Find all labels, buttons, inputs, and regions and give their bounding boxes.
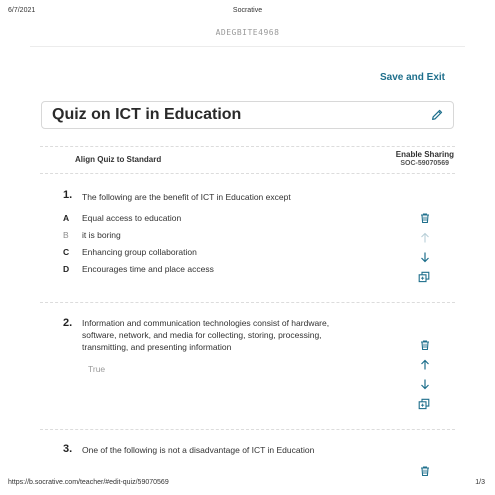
question-divider [40,302,455,303]
print-title: Socrative [232,7,263,14]
question-number: 1. [63,189,73,201]
option-text[interactable]: it is boring [82,230,121,240]
option-text[interactable]: Enhancing group collaboration [82,247,197,257]
option-letter: C [63,247,70,257]
align-quiz-to-standard-button[interactable]: Align Quiz to Standard [75,155,161,164]
question-text[interactable]: One of the following is not a disadvanta… [82,444,314,456]
question-text[interactable]: The following are the benefit of ICT in … [82,191,291,203]
print-page-number: 1/3 [475,479,485,486]
question-number: 2. [63,317,73,329]
question-text-line[interactable]: software, network, and media for collect… [82,329,322,341]
watermark: ADEGBITE4968 [215,28,280,37]
option-text[interactable]: Encourages time and place access [82,264,214,274]
print-footer-url: https://b.socrative.com/teacher/#edit-qu… [8,479,169,486]
quiz-title: Quiz on ICT in Education [52,106,242,123]
duplicate-icon[interactable] [418,271,430,283]
arrow-down-icon[interactable] [419,251,431,263]
quiz-title-field[interactable]: Quiz on ICT in Education [41,101,454,129]
save-and-exit-button[interactable]: Save and Exit [380,72,445,83]
header-divider [30,46,465,47]
question-text-line[interactable]: Information and communication technologi… [82,317,329,329]
settings-divider-bottom [40,173,455,174]
trash-icon[interactable] [419,212,431,224]
pencil-icon[interactable] [430,108,444,122]
arrow-up-icon[interactable] [419,359,431,371]
soc-code: SOC-59070569 [400,160,449,167]
duplicate-icon[interactable] [418,398,430,410]
trash-icon[interactable] [419,339,431,351]
option-letter: B [63,230,69,240]
option-letter: D [63,264,70,274]
option-text[interactable]: Equal access to education [82,213,181,223]
enable-sharing-toggle[interactable]: Enable Sharing [396,150,454,159]
question-divider [40,429,455,430]
arrow-up-icon [421,232,429,243]
question-number: 3. [63,443,73,455]
settings-divider-top [40,146,455,147]
arrow-down-icon[interactable] [419,378,431,390]
question-text-line[interactable]: transmitting, and presenting information [82,341,231,353]
trash-icon[interactable] [419,465,431,477]
answer-true[interactable]: True [88,364,105,374]
option-letter: A [63,213,70,223]
